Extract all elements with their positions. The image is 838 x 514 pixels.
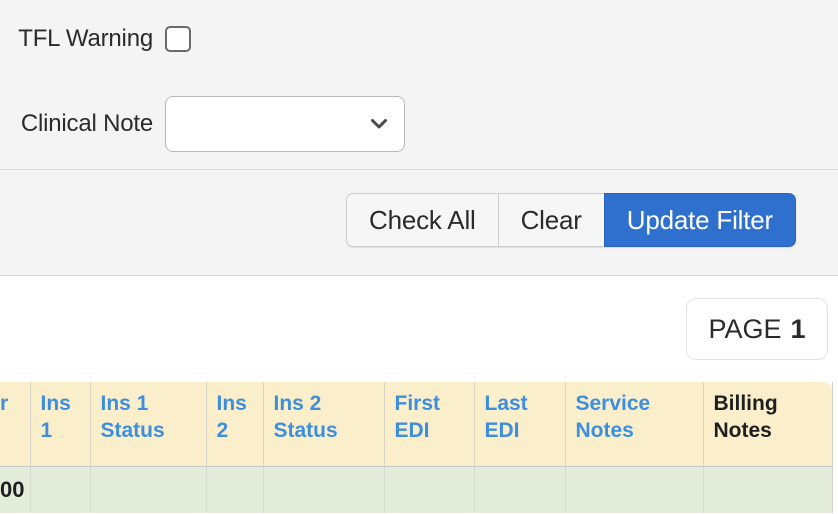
chevron-down-icon — [368, 113, 390, 135]
column-header-ins-2-status[interactable]: Ins 2 Status — [263, 382, 385, 467]
column-header-balance-clipped[interactable]: r — [0, 382, 31, 467]
cell-ins-1-status — [90, 466, 207, 513]
clinical-note-label: Clinical Note — [20, 110, 153, 137]
column-header-ins-1[interactable]: Ins 1 — [30, 382, 91, 467]
tfl-warning-checkbox[interactable] — [165, 26, 191, 52]
cell-ins-2-status — [263, 466, 385, 513]
cell-ins-1 — [30, 466, 91, 513]
check-all-button[interactable]: Check All — [346, 193, 498, 247]
update-filter-button[interactable]: Update Filter — [603, 193, 796, 247]
table-row[interactable]: 00 — [0, 466, 833, 513]
clear-button[interactable]: Clear — [497, 193, 604, 247]
cell-balance: 00 — [0, 466, 31, 513]
table-header-row: r Ins 1 Ins 1 Status Ins 2 Ins 2 Status … — [0, 382, 833, 467]
page-indicator[interactable]: PAGE 1 — [686, 298, 828, 360]
results-table: r Ins 1 Ins 1 Status Ins 2 Ins 2 Status … — [0, 382, 833, 513]
column-header-first-edi[interactable]: First EDI — [384, 382, 475, 467]
column-header-service-notes[interactable]: Service Notes — [565, 382, 704, 467]
filter-panel: TFL Warning Clinical Note Check All Clea… — [0, 0, 838, 276]
results-table-wrap: r Ins 1 Ins 1 Status Ins 2 Ins 2 Status … — [0, 382, 838, 513]
column-header-ins-1-status[interactable]: Ins 1 Status — [90, 382, 207, 467]
column-header-ins-2[interactable]: Ins 2 — [206, 382, 264, 467]
column-header-billing-notes: Billing Notes — [703, 382, 833, 467]
field-row-tfl-warning: TFL Warning — [0, 0, 838, 78]
panel-divider — [0, 169, 838, 170]
clinical-note-select[interactable] — [165, 96, 405, 152]
page-indicator-label: PAGE — [708, 313, 782, 344]
cell-first-edi — [384, 466, 475, 513]
filter-button-group: Check All Clear Update Filter — [346, 193, 796, 247]
page-indicator-number: 1 — [790, 313, 806, 344]
cell-service-notes — [565, 466, 704, 513]
cell-ins-2 — [206, 466, 264, 513]
field-row-clinical-note: Clinical Note — [0, 78, 838, 170]
column-header-last-edi[interactable]: Last EDI — [474, 382, 566, 467]
tfl-warning-label: TFL Warning — [18, 25, 153, 52]
filter-button-bar: Check All Clear Update Filter — [0, 193, 838, 247]
cell-billing-notes — [703, 466, 833, 513]
cell-last-edi — [474, 466, 566, 513]
results-toolbar: PAGE 1 — [0, 276, 838, 382]
